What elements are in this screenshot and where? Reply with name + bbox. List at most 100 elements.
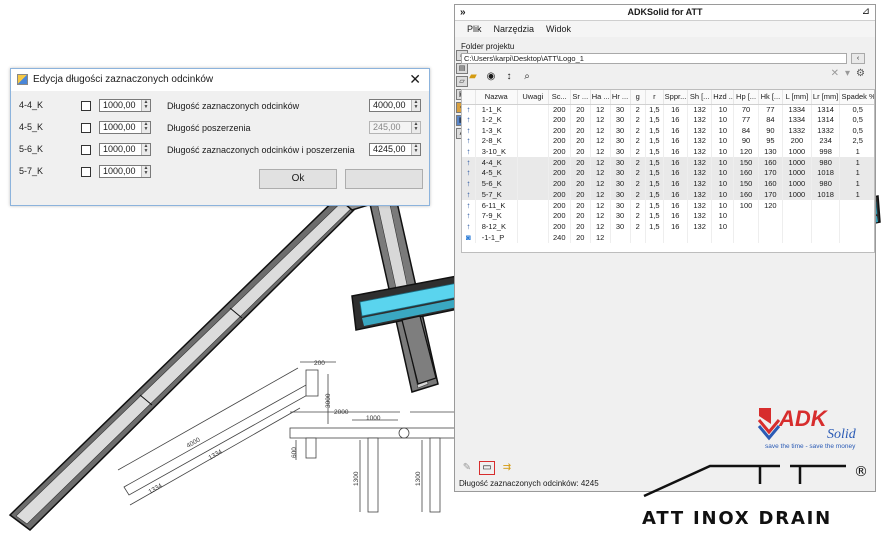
grid-cell[interactable]: 30 <box>610 221 631 233</box>
grid-cell[interactable]: 2 <box>630 114 646 126</box>
grid-cell[interactable]: 2 <box>630 104 646 115</box>
grid-cell[interactable]: 2 <box>630 178 646 190</box>
ok-button[interactable]: Ok <box>259 169 337 189</box>
grid-cell[interactable] <box>711 232 735 243</box>
grid-cell[interactable]: 16 <box>663 189 688 201</box>
grid-cell[interactable]: 2 <box>630 136 646 147</box>
grid-cell[interactable]: 10 <box>711 104 735 115</box>
grid-column-header[interactable]: Ha ... <box>590 90 611 105</box>
segment-name-cell[interactable]: 4-4_K <box>475 157 518 169</box>
grid-cell[interactable] <box>782 200 812 211</box>
grid-cell[interactable]: 200 <box>548 189 571 201</box>
grid-cell[interactable]: 10 <box>711 178 735 190</box>
table-row[interactable]: ↑ 4-5_K 200 20 12 30 2 1,5 16 132 10 160 170 1000 1018… <box>462 168 874 179</box>
segment-length-stepper[interactable]: 1000,00 ▲ ▼ <box>99 165 151 178</box>
grid-cell[interactable] <box>517 146 549 158</box>
grid-cell[interactable] <box>758 232 784 243</box>
grid-cell[interactable]: 2,5 <box>839 136 874 147</box>
grid-cell[interactable]: 10 <box>711 125 735 137</box>
grid-cell[interactable]: 20 <box>570 232 591 243</box>
grid-cell[interactable]: 1334 <box>782 104 812 115</box>
grid-cell[interactable] <box>839 200 874 211</box>
table-row[interactable]: ↑ 6-11_K 200 20 12 30 2 1,5 16 132 10 100 120 <box>462 200 874 211</box>
grid-cell[interactable] <box>811 232 841 243</box>
grid-cell[interactable]: 20 <box>570 168 591 179</box>
grid-column-header[interactable]: Hzd ... <box>711 90 735 105</box>
grid-cell[interactable]: 12 <box>590 136 611 147</box>
segment-checkbox[interactable] <box>81 167 91 177</box>
grid-cell[interactable]: 2 <box>630 200 646 211</box>
grid-cell[interactable]: 200 <box>548 136 571 147</box>
segment-name-cell[interactable]: 7-9_K <box>475 210 518 222</box>
grid-cell[interactable]: 16 <box>663 210 688 222</box>
grid-cell[interactable]: 30 <box>610 114 631 126</box>
grid-cell[interactable]: 30 <box>610 178 631 190</box>
apply-icon[interactable]: ⇉ <box>501 462 513 474</box>
grid-cell[interactable]: 1332 <box>782 125 812 137</box>
grid-column-header[interactable]: Spadek % <box>839 90 874 105</box>
grid-column-header[interactable]: Sc... <box>548 90 571 105</box>
grid-cell[interactable]: 10 <box>711 189 735 201</box>
grid-cell[interactable]: 10 <box>711 146 735 158</box>
grid-cell[interactable] <box>630 232 646 243</box>
grid-cell[interactable]: 0,5 <box>839 114 874 126</box>
grid-cell[interactable]: 980 <box>811 157 841 169</box>
segment-checkbox[interactable] <box>81 101 91 111</box>
grid-column-header[interactable]: Hr ... <box>610 90 631 105</box>
grid-cell[interactable]: 30 <box>610 168 631 179</box>
pin-icon[interactable]: ⊿ <box>862 6 870 17</box>
grid-cell[interactable]: 132 <box>687 125 713 137</box>
segment-checkbox[interactable] <box>81 145 91 155</box>
grid-cell[interactable]: 1 <box>839 189 874 201</box>
total-length-stepper[interactable]: 4245,00 ▲ ▼ <box>369 143 421 156</box>
grid-cell[interactable]: 1,5 <box>645 136 664 147</box>
grid-cell[interactable] <box>517 136 549 147</box>
grid-cell[interactable]: 200 <box>548 221 571 233</box>
table-row[interactable]: ↑ 5-6_K 200 20 12 30 2 1,5 16 132 10 150 160 1000 980 1 <box>462 178 874 190</box>
grid-cell[interactable]: 1000 <box>782 146 812 158</box>
grid-cell[interactable] <box>517 104 549 115</box>
grid-cell[interactable] <box>811 200 841 211</box>
grid-cell[interactable]: 200 <box>782 136 812 147</box>
grid-cell[interactable] <box>517 189 549 201</box>
grid-cell[interactable] <box>517 125 549 137</box>
grid-cell[interactable]: 200 <box>548 157 571 169</box>
close-icon[interactable]: ✕ <box>409 71 421 88</box>
grid-cell[interactable]: 16 <box>663 146 688 158</box>
segment-name-cell[interactable]: 1-3_K <box>475 125 518 137</box>
grid-column-header[interactable] <box>462 90 476 105</box>
grid-cell[interactable]: 1000 <box>782 189 812 201</box>
table-row[interactable]: ↑ 2-8_K 200 20 12 30 2 1,5 16 132 10 90 95 200 234 2,5 <box>462 136 874 147</box>
grid-cell[interactable]: 12 <box>590 232 611 243</box>
dropdown-chevron-icon[interactable]: ▾ <box>845 68 850 79</box>
grid-cell[interactable]: 1,5 <box>645 178 664 190</box>
grid-cell[interactable]: 150 <box>733 178 759 190</box>
grid-cell[interactable]: 1000 <box>782 157 812 169</box>
grid-cell[interactable]: 998 <box>811 146 841 158</box>
grid-cell[interactable] <box>517 200 549 211</box>
grid-cell[interactable]: 130 <box>758 146 784 158</box>
grid-cell[interactable]: 1000 <box>782 178 812 190</box>
grid-cell[interactable]: 132 <box>687 189 713 201</box>
grid-cell[interactable]: 234 <box>811 136 841 147</box>
grid-cell[interactable] <box>758 210 784 222</box>
grid-cell[interactable]: 170 <box>758 168 784 179</box>
grid-cell[interactable]: 12 <box>590 114 611 126</box>
grid-column-header[interactable]: Hk [... <box>758 90 784 105</box>
grid-cell[interactable]: 1 <box>839 178 874 190</box>
delete-icon[interactable]: ✕ <box>831 68 839 79</box>
grid-column-header[interactable]: Uwagi <box>517 90 549 105</box>
grid-column-header[interactable]: g <box>630 90 646 105</box>
segment-length-stepper[interactable]: 1000,00 ▲ ▼ <box>99 143 151 156</box>
grid-cell[interactable]: 12 <box>590 146 611 158</box>
grid-cell[interactable]: 12 <box>590 210 611 222</box>
grid-column-header[interactable]: Lr [mm] <box>811 90 841 105</box>
grid-cell[interactable]: 10 <box>711 136 735 147</box>
grid-cell[interactable]: 12 <box>590 157 611 169</box>
grid-cell[interactable]: 90 <box>758 125 784 137</box>
grid-cell[interactable]: 12 <box>590 178 611 190</box>
grid-column-header[interactable]: r <box>645 90 664 105</box>
grid-cell[interactable] <box>782 210 812 222</box>
grid-cell[interactable]: 1018 <box>811 168 841 179</box>
grid-cell[interactable]: 2 <box>630 210 646 222</box>
